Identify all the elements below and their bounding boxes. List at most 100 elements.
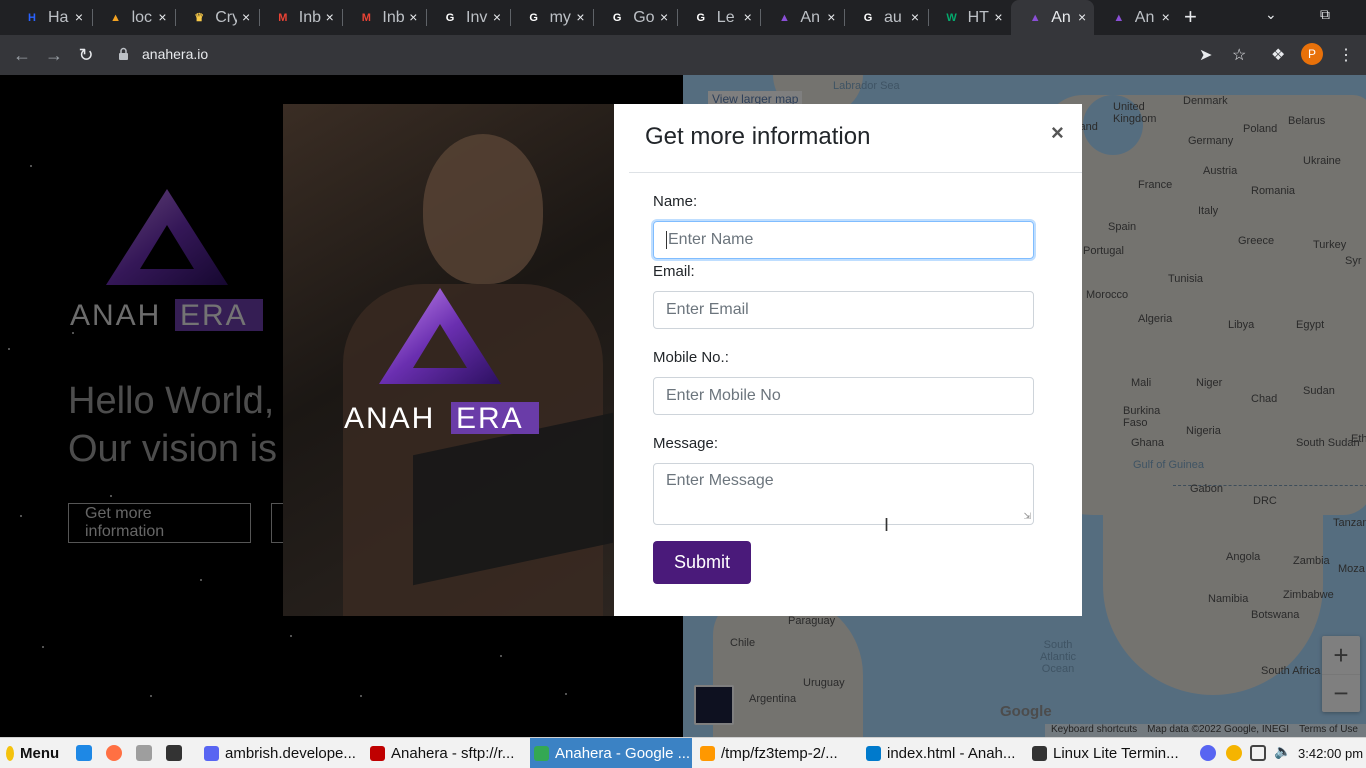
taskbar-window[interactable]: Anahera - sftp://r... [366,738,528,768]
text-cursor [666,231,667,249]
text-cursor-icon: I [884,515,890,535]
update-tray-icon[interactable] [1226,745,1242,761]
tab-separator [593,9,595,26]
google-icon: G [445,11,455,24]
close-tab-icon[interactable]: × [744,9,752,25]
tab-search-chevron-icon[interactable]: ⌄ [1265,6,1277,23]
profile-avatar[interactable]: P [1301,43,1323,65]
chrome-icon [534,746,549,761]
tab-title: HT [967,8,989,26]
email-label: Email: [653,263,695,280]
file-manager-icon[interactable] [136,745,152,761]
new-tab-icon[interactable]: + [1184,4,1197,30]
os-taskbar: Menu ambrish.develope... Anahera - sftp:/… [0,737,1366,768]
gmail-icon: M [278,11,288,24]
anahera-icon: ▲ [1113,11,1125,24]
clock[interactable]: 3:42:00 pm [1298,738,1363,768]
close-tab-icon[interactable]: × [1162,9,1170,25]
tab-separator [676,9,678,26]
name-input[interactable]: Enter Name [653,221,1034,259]
discord-tray-icon[interactable] [1200,745,1216,761]
browser-tab[interactable]: G Le × [677,0,760,35]
browser-tab[interactable]: ▲ An × [760,0,843,35]
name-input-placeholder: Enter Name [668,231,754,248]
browser-tab[interactable]: ▲ An × [1011,0,1095,35]
taskbar-window[interactable]: Linux Lite Termin... [1028,738,1190,768]
restore-window-icon[interactable]: ⧉ [1320,6,1330,23]
reload-icon[interactable]: ↻ [72,41,100,69]
send-icon[interactable]: ➤ [1199,45,1212,65]
sublime-icon [700,746,715,761]
tab-title: Inb [298,8,321,26]
browser-tab[interactable]: G Inv × [426,0,509,35]
volume-icon[interactable]: 🔈 [1274,743,1291,759]
submit-button[interactable]: Submit [653,541,751,584]
discord-icon [204,746,219,761]
browser-tab[interactable]: W HT × [928,0,1011,35]
taskbar-window[interactable]: Anahera - Google ... [530,738,692,768]
firefox-icon[interactable] [106,745,122,761]
extensions-puzzle-icon[interactable]: ❖ [1271,45,1285,65]
google-icon: G [863,11,873,24]
google-icon: G [696,11,706,24]
tab-separator [175,9,177,26]
modal-logo-text-left: ANAH [344,402,435,434]
browser-tab[interactable]: M Inb × [342,0,425,35]
bookmark-star-icon[interactable]: ☆ [1232,45,1246,65]
close-tab-icon[interactable]: × [242,9,250,25]
display-tray-icon[interactable] [1250,745,1266,761]
taskbar-window[interactable]: /tmp/fz3temp-2/... [696,738,858,768]
browser-tab[interactable]: M Inb × [259,0,342,35]
taskbar-window[interactable]: ambrish.develope... [200,738,362,768]
kebab-menu-icon[interactable]: ⋮ [1338,45,1354,65]
message-label: Message: [653,435,719,452]
close-tab-icon[interactable]: × [75,9,83,25]
close-tab-icon[interactable]: × [994,9,1002,25]
modal-close-icon[interactable]: × [1051,120,1064,146]
filezilla-icon [370,746,385,761]
tab-title: my [549,8,571,26]
forward-arrow-icon[interactable]: → [40,41,68,69]
message-textarea[interactable]: Enter Message ⇲ [653,463,1034,525]
close-tab-icon[interactable]: × [493,9,501,25]
resize-handle-icon[interactable]: ⇲ [1023,511,1031,522]
browser-tab[interactable]: H Ha × [8,0,91,35]
gmail-icon: M [361,11,371,24]
tab-title: An [1051,8,1071,26]
start-menu-button[interactable]: Menu [6,738,59,768]
close-tab-icon[interactable]: × [576,9,584,25]
terminal-launcher-icon[interactable] [166,745,182,761]
taskbar-window[interactable]: index.html - Anah... [862,738,1024,768]
browser-tab-bar: H Ha × ▲ loc × ♛ Cry × M Inb × M Inb × G Inv × Gmy × G Go × G Le… [0,0,1366,35]
browser-tab[interactable]: Gau × [844,0,927,35]
person-head [423,134,543,284]
taskbar-window-label: Anahera - Google ... [555,745,691,762]
close-tab-icon[interactable]: × [409,9,417,25]
browser-tab[interactable]: ▲ An × [1095,0,1178,35]
close-tab-icon[interactable]: × [660,9,668,25]
close-tab-icon[interactable]: × [911,9,919,25]
tab-title: Le [716,8,735,26]
close-tab-icon[interactable]: × [1078,9,1086,25]
menu-icon [6,746,14,761]
back-arrow-icon[interactable]: ← [8,41,36,69]
browser-tab[interactable]: Gmy × [510,0,593,35]
browser-tab[interactable]: ♛ Cry × [175,0,258,35]
address-bar[interactable]: anahera.io [142,46,208,62]
lock-icon[interactable] [118,47,129,61]
browser-tab[interactable]: G Go × [593,0,676,35]
close-tab-icon[interactable]: × [326,9,334,25]
email-input[interactable]: Enter Email [653,291,1034,329]
show-desktop-icon[interactable] [76,745,92,761]
mobile-input[interactable]: Enter Mobile No [653,377,1034,415]
modal-title: Get more information [645,123,871,150]
taskbar-window-label: Anahera - sftp://r... [391,745,515,762]
close-tab-icon[interactable]: × [158,9,166,25]
tab-title: Cry [215,8,238,26]
anahera-icon: ▲ [1029,11,1041,24]
tab-title: au [884,8,902,26]
close-tab-icon[interactable]: × [827,9,835,25]
modal-divider [629,172,1082,173]
tab-title: Inb [382,8,405,26]
browser-tab[interactable]: ▲ loc × [92,0,175,35]
